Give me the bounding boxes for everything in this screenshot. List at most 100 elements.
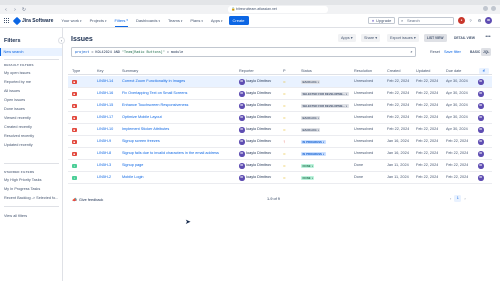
nav-filters[interactable]: Filters ▾: [114, 14, 128, 27]
column-summary[interactable]: Summary: [122, 67, 138, 75]
notifications-icon[interactable]: ●: [458, 17, 465, 24]
table-row[interactable]: ■ LIN5H-15 Enhance Touchscreen Responsiven…: [68, 100, 492, 112]
issue-key[interactable]: LIN5H-9: [97, 136, 121, 148]
sidebar-item-created-recently[interactable]: Created recently: [0, 123, 62, 131]
table-row[interactable]: ■ LIN5H-8 Signup fails due to invalid char…: [68, 148, 492, 160]
status-badge[interactable]: DONE▾: [301, 175, 315, 180]
issue-summary[interactable]: Implement Sticker Attributes: [122, 124, 237, 136]
sidebar-item-new-search[interactable]: New search: [0, 48, 62, 56]
column-resolution[interactable]: Resolution: [354, 67, 372, 75]
column-updated[interactable]: Updated: [416, 67, 430, 75]
give-feedback-button[interactable]: 📣 Give feedback: [72, 197, 103, 202]
page-number[interactable]: 1: [454, 195, 462, 202]
status-badge[interactable]: BACKLOG▾: [301, 79, 321, 84]
status-badge[interactable]: BACKLOG▾: [301, 115, 321, 120]
next-page-icon[interactable]: ›: [464, 196, 465, 201]
column-key[interactable]: Key: [97, 67, 104, 75]
nav-dashboards[interactable]: Dashboards ▾: [136, 18, 160, 23]
sidebar-item-viewed-recently[interactable]: Viewed recently: [0, 114, 62, 122]
nav-projects[interactable]: Projects ▾: [90, 18, 107, 23]
upgrade-button[interactable]: ♦ Upgrade: [368, 17, 396, 24]
issue-key[interactable]: LIN5H-16: [97, 88, 121, 100]
assignee-avatar[interactable]: ID: [478, 91, 484, 97]
forward-icon[interactable]: ›: [12, 7, 18, 13]
reload-icon[interactable]: ↻: [21, 7, 27, 13]
sidebar-item-my-open-issues[interactable]: My open issues: [0, 69, 62, 77]
issue-summary[interactable]: Optimize Mobile Layout: [122, 112, 237, 124]
sidebar-item-open-issues[interactable]: Open issues: [0, 96, 62, 104]
sidebar-item-updated-recently[interactable]: Updated recently: [0, 141, 62, 149]
detail-view-button[interactable]: DETAIL VIEW: [451, 34, 478, 42]
sidebar-item-recent-backlog[interactable]: Recent Backlog -> Selected fo...: [0, 194, 62, 202]
issue-summary[interactable]: Signup fails due to invalid characters i…: [122, 148, 237, 160]
nav-apps[interactable]: Apps ▾: [211, 18, 223, 23]
export-issues-button[interactable]: Export issues ▾: [387, 34, 419, 42]
search-icon[interactable]: ⌕: [408, 48, 415, 56]
sidebar-item-view-all-filters[interactable]: View all filters: [0, 212, 62, 220]
create-button[interactable]: Create: [228, 16, 249, 25]
issue-key[interactable]: LIN5H-10: [97, 124, 121, 136]
assignee-avatar[interactable]: ID: [478, 139, 484, 145]
assignee-avatar[interactable]: ID: [478, 175, 484, 181]
help-icon[interactable]: ?: [467, 17, 474, 24]
address-bar[interactable]: 🔒 bitrecruiteam.atlassian.net: [228, 6, 328, 13]
status-badge[interactable]: IN PROGRESS▾: [301, 139, 326, 144]
avatar[interactable]: ID: [485, 17, 492, 24]
list-view-button[interactable]: LIST VIEW: [424, 34, 447, 42]
sidebar-item-in-progress-tasks[interactable]: My In Progress Tasks: [0, 185, 62, 193]
column-created[interactable]: Created: [387, 67, 401, 75]
global-search-input[interactable]: ⌕ Search: [398, 17, 454, 25]
column-priority[interactable]: P: [283, 67, 286, 75]
status-badge[interactable]: DONE▾: [301, 163, 315, 168]
jira-logo[interactable]: Jira Software: [12, 16, 53, 25]
jql-toggle[interactable]: JQL: [481, 48, 492, 56]
column-status[interactable]: Status: [301, 67, 312, 75]
table-row[interactable]: ▪ LIN5H-2 Mobile Login ID Ioaylo Dimitrov = DO…: [68, 172, 492, 184]
issue-summary[interactable]: Signup screen freezes: [122, 136, 237, 148]
issue-key[interactable]: LIN5H-3: [97, 160, 121, 172]
column-due-date[interactable]: Due date: [446, 67, 461, 75]
assignee-avatar[interactable]: ID: [478, 79, 484, 85]
collapse-sidebar-icon[interactable]: ‹: [58, 37, 65, 44]
column-settings-icon[interactable]: ⚟: [479, 68, 489, 74]
status-badge[interactable]: SELECTED FOR DEVELOPME...▾: [301, 91, 349, 96]
reset-button[interactable]: Reset: [430, 50, 440, 54]
issue-summary[interactable]: Signup page: [122, 160, 237, 172]
table-row[interactable]: ■ LIN5H-16 Fix Overlapping Text on Small S…: [68, 88, 492, 100]
table-row[interactable]: ■ LIN5H-17 Optimize Mobile Layout ID Ioaylo …: [68, 112, 492, 124]
assignee-avatar[interactable]: ID: [478, 163, 484, 169]
issue-summary[interactable]: Enhance Touchscreen Responsiveness: [122, 100, 237, 112]
share-button[interactable]: Share ▾: [361, 34, 381, 42]
table-row[interactable]: ■ LIN5H-10 Implement Sticker Attributes ID I…: [68, 124, 492, 136]
column-type[interactable]: Type: [72, 67, 80, 75]
sidebar-item-reported-by-me[interactable]: Reported by me: [0, 78, 62, 86]
table-row[interactable]: ■ LIN5H-14 Correct Zoom Functionality in I…: [68, 76, 492, 88]
status-badge[interactable]: BACKLOG▾: [301, 127, 321, 132]
table-row[interactable]: ▪ LIN5H-3 Signup page ID Ioaylo Dimitrov = DON…: [68, 160, 492, 172]
issue-key[interactable]: LIN5H-8: [97, 148, 121, 160]
profile-icon[interactable]: [491, 6, 496, 11]
issue-key[interactable]: LIN5H-2: [97, 172, 121, 184]
nav-plans[interactable]: Plans ▾: [190, 18, 203, 23]
status-badge[interactable]: IN PROGRESS▾: [301, 151, 326, 156]
status-badge[interactable]: SELECTED FOR DEVELOPME...▾: [301, 103, 349, 108]
save-filter-button[interactable]: Save filter: [444, 50, 461, 54]
back-icon[interactable]: ‹: [3, 7, 9, 13]
jql-query-input[interactable]: project = KOL42024 AND "Team[Radio Butto…: [71, 47, 416, 57]
issue-summary[interactable]: Correct Zoom Functionality in Images: [122, 76, 237, 88]
assignee-avatar[interactable]: ID: [478, 151, 484, 157]
sidebar-item-all-issues[interactable]: All issues: [0, 87, 62, 95]
sidebar-item-high-priority-tasks[interactable]: My High Priority Tasks: [0, 176, 62, 184]
issue-summary[interactable]: Mobile Login: [122, 172, 237, 184]
app-switcher-icon[interactable]: [4, 17, 10, 24]
issue-key[interactable]: LIN5H-14: [97, 76, 121, 88]
more-actions-icon[interactable]: •••: [483, 34, 493, 42]
assignee-avatar[interactable]: ID: [478, 103, 484, 109]
sidebar-item-done-issues[interactable]: Done issues: [0, 105, 62, 113]
extension-icon[interactable]: [483, 6, 488, 11]
issue-summary[interactable]: Fix Overlapping Text on Small Screens: [122, 88, 237, 100]
assignee-avatar[interactable]: ID: [478, 127, 484, 133]
sidebar-item-resolved-recently[interactable]: Resolved recently: [0, 132, 62, 140]
assignee-avatar[interactable]: ID: [478, 115, 484, 121]
apps-button[interactable]: Apps ▾: [338, 34, 356, 42]
